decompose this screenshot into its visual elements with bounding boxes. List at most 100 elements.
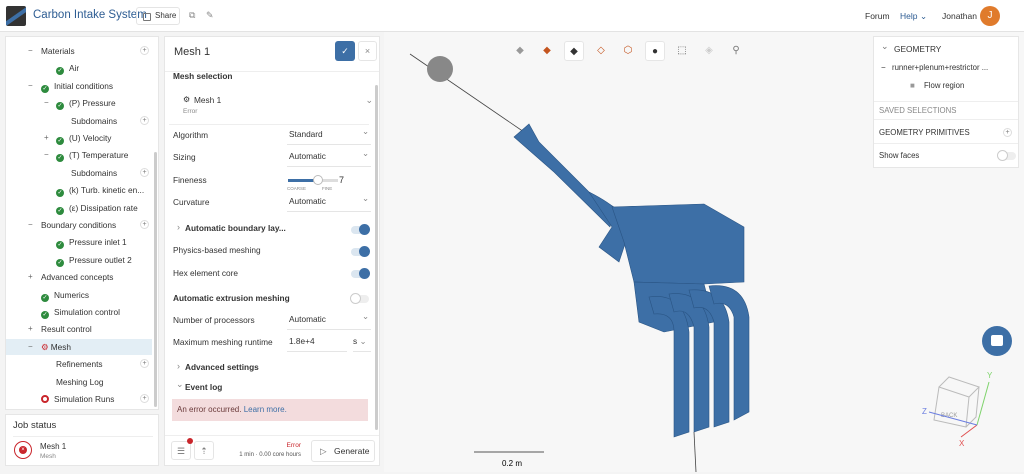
boundary-layers-toggle[interactable]: [351, 224, 370, 235]
extrusion-toggle[interactable]: [350, 293, 369, 304]
chevron-right-icon[interactable]: ›: [177, 222, 180, 232]
expand-icon[interactable]: +: [28, 321, 33, 337]
tree-item[interactable]: ✓ Pressure inlet 1: [6, 234, 152, 250]
project-title[interactable]: Carbon Intake System: [33, 9, 147, 21]
tree-item[interactable]: ✓ Air: [6, 60, 152, 76]
tree-item[interactable]: + ✓ (U) Velocity: [6, 130, 152, 146]
collapse-toggle[interactable]: −: [881, 63, 886, 72]
tree-item[interactable]: − ✓ (P) Pressure: [6, 95, 152, 111]
avatar[interactable]: J: [980, 6, 1000, 26]
hide-icon[interactable]: ◈: [699, 41, 719, 61]
transparent-icon[interactable]: ⬡: [618, 41, 638, 61]
tree-item[interactable]: ✓ Simulation control: [6, 304, 152, 320]
forum-link[interactable]: Forum: [865, 11, 890, 21]
runtime-input[interactable]: 1.8e+4: [287, 336, 347, 352]
tree-item-label: Meshing Log: [56, 376, 104, 387]
tree-item[interactable]: ✓ (ε) Dissipation rate: [6, 200, 152, 216]
event-log-section[interactable]: Event log: [185, 382, 222, 392]
flow-region-item[interactable]: Flow region: [924, 81, 964, 90]
tree-item-label: Air: [69, 63, 80, 74]
tree-item[interactable]: − ⚙ Mesh: [6, 338, 152, 355]
tree-item[interactable]: Simulation Runs +: [6, 391, 152, 407]
collapse-icon[interactable]: −: [28, 43, 33, 59]
collapse-icon[interactable]: −: [28, 78, 33, 94]
wireframe-icon[interactable]: ◇: [591, 41, 611, 61]
add-icon[interactable]: +: [140, 115, 149, 125]
geometry-item[interactable]: runner+plenum+restrictor ...: [892, 63, 988, 72]
chevron-down-icon[interactable]: ⌄: [881, 41, 889, 52]
scrollbar[interactable]: [375, 85, 378, 430]
add-icon[interactable]: +: [140, 394, 149, 403]
solid-edges-icon[interactable]: ◆: [564, 41, 584, 61]
sizing-select[interactable]: Automatic: [287, 148, 371, 167]
tree-item[interactable]: − Boundary conditions +: [6, 217, 152, 233]
expand-icon[interactable]: +: [28, 269, 33, 285]
collapse-icon[interactable]: −: [28, 339, 33, 355]
hex-core-label: Hex element core: [173, 268, 239, 278]
confirm-button[interactable]: ✓: [335, 41, 355, 61]
tree-item[interactable]: Refinements +: [6, 356, 152, 372]
fineness-slider[interactable]: [288, 175, 338, 185]
tree-item[interactable]: ✓ Pressure outlet 2: [6, 252, 152, 268]
tree-item[interactable]: ✓ Numerics: [6, 287, 152, 303]
app-logo[interactable]: [6, 6, 26, 26]
check-icon: ✓: [56, 241, 64, 250]
check-icon: ✓: [41, 311, 49, 319]
scrollbar[interactable]: [154, 152, 157, 407]
geometry-primitives-header[interactable]: GEOMETRY PRIMITIVES: [879, 128, 970, 137]
learn-more-link[interactable]: Learn more.: [244, 405, 287, 414]
upload-icon[interactable]: ⇡: [194, 441, 214, 460]
tree-item[interactable]: Subdomains +: [6, 113, 152, 129]
add-icon[interactable]: +: [140, 46, 149, 55]
measure-icon[interactable]: ⚲: [726, 41, 746, 61]
help-menu[interactable]: Help: [900, 11, 917, 21]
show-faces-toggle[interactable]: [997, 150, 1016, 161]
user-name[interactable]: Jonathan: [942, 11, 977, 21]
solid-view-icon[interactable]: ◆: [537, 41, 557, 61]
job-name[interactable]: Mesh 1: [40, 442, 66, 451]
chat-button[interactable]: [982, 326, 1012, 356]
expand-icon[interactable]: +: [44, 130, 49, 146]
collapse-icon[interactable]: −: [28, 217, 33, 233]
saved-selections-header[interactable]: SAVED SELECTIONS: [874, 101, 1018, 120]
chevron-down-icon[interactable]: ⌄: [176, 379, 184, 390]
mesh-selection-dropdown[interactable]: ⚙ Mesh 1 Error ⌄: [169, 87, 373, 125]
view-cube-icon[interactable]: ◆: [510, 41, 530, 61]
chevron-right-icon[interactable]: ›: [177, 361, 180, 371]
list-icon[interactable]: ☰: [171, 438, 193, 460]
tree-item[interactable]: − Materials +: [6, 43, 152, 59]
tree-item[interactable]: Meshing Log: [6, 374, 152, 390]
add-icon[interactable]: +: [1003, 128, 1012, 137]
advanced-settings-section[interactable]: Advanced settings: [185, 362, 259, 372]
fineness-value[interactable]: 7: [339, 175, 344, 185]
geometry-header[interactable]: GEOMETRY: [894, 44, 941, 54]
collapse-icon[interactable]: −: [44, 95, 49, 111]
box-select-icon[interactable]: ⬚: [672, 41, 692, 61]
collapse-icon[interactable]: −: [44, 147, 49, 163]
runtime-unit-select[interactable]: s ⌄: [353, 336, 371, 352]
tree-item[interactable]: − ✓ (T) Temperature: [6, 147, 152, 163]
physics-meshing-toggle[interactable]: [351, 246, 370, 257]
algorithm-select[interactable]: Standard: [287, 126, 371, 145]
error-text: An error occurred.: [177, 405, 242, 414]
processors-select[interactable]: Automatic: [287, 311, 371, 330]
tree-item-label: Subdomains: [71, 115, 118, 126]
tree-item-label: Pressure inlet 1: [69, 237, 127, 248]
add-icon[interactable]: +: [140, 167, 149, 177]
tree-item[interactable]: Subdomains +: [6, 165, 152, 181]
edit-icon[interactable]: ✎: [206, 10, 214, 21]
close-button[interactable]: ×: [358, 41, 377, 61]
point-select-icon[interactable]: ●: [645, 41, 665, 61]
curvature-select[interactable]: Automatic: [287, 193, 371, 212]
tree-item[interactable]: + Result control: [6, 321, 152, 337]
add-icon[interactable]: +: [140, 359, 149, 369]
tree-item[interactable]: + Advanced concepts: [6, 269, 152, 285]
add-icon[interactable]: +: [140, 220, 149, 229]
boundary-layers-section[interactable]: Automatic boundary lay...: [185, 223, 286, 233]
tree-item[interactable]: ✓ (k) Turb. kinetic en...: [6, 182, 152, 198]
hex-core-toggle[interactable]: [351, 268, 370, 279]
generate-button[interactable]: ▷ Generate: [311, 440, 375, 462]
tree-item[interactable]: − ✓ Initial conditions: [6, 78, 152, 94]
share-button[interactable]: Share: [136, 7, 180, 25]
copy-icon[interactable]: ⧉: [189, 10, 195, 21]
